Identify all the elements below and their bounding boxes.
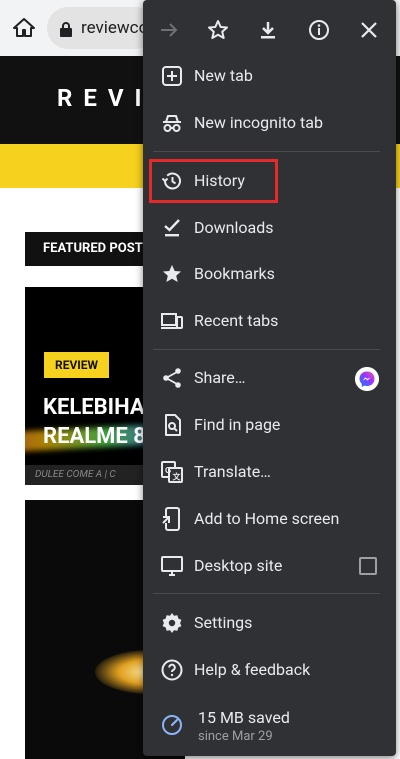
info-icon[interactable] [307,18,331,42]
menu-item-label: Downloads [194,218,274,237]
menu-item-translate[interactable]: G文 Translate… [143,449,396,496]
menu-item-label: New incognito tab [194,113,323,132]
menu-item-label: Share… [194,368,246,387]
history-highlight-box [149,159,278,203]
menu-item-desktop-site[interactable]: Desktop site [143,543,396,590]
menu-item-label: Translate… [194,462,271,481]
messenger-icon[interactable] [355,367,379,391]
featured-posts-label: FEATURED POSTS [43,241,151,256]
star-icon[interactable] [206,18,230,42]
home-icon[interactable] [12,16,36,40]
bookmark-star-icon [163,265,181,282]
menu-item-bookmarks[interactable]: Bookmarks [143,251,396,298]
menu-item-label: Add to Home screen [194,509,340,528]
menu-item-label: Recent tabs [194,311,279,330]
find-in-page-icon [165,414,181,436]
desktop-icon [161,556,183,576]
help-icon [161,659,183,681]
menu-item-help-feedback[interactable]: Help & feedback [143,647,396,694]
svg-text:G: G [165,466,171,475]
menu-item-label: Settings [194,613,253,632]
translate-icon: G文 [161,461,183,483]
menu-item-add-to-home-screen[interactable]: Add to Home screen [143,496,396,543]
menu-item-new-incognito-tab[interactable]: New incognito tab [143,100,396,147]
close-icon[interactable] [357,18,381,42]
menu-toolbar [143,6,396,54]
data-saved-since: since Mar 29 [198,729,273,744]
share-icon [163,368,181,388]
new-tab-icon [162,66,182,86]
menu-item-label: Desktop site [194,556,283,575]
menu-item-recent-tabs[interactable]: Recent tabs [143,298,396,345]
address-bar[interactable]: reviewco [47,7,157,49]
url-text: reviewco [81,18,149,38]
menu-item-new-tab[interactable]: New tab [143,53,396,100]
menu-item-label: Bookmarks [194,264,275,283]
menu-item-label: Help & feedback [194,660,311,679]
menu-item-label: Find in page [194,415,281,434]
overflow-menu: New tab New incognito tab History Downlo… [143,0,396,756]
data-saved-amount: 15 MB saved [198,708,290,727]
menu-divider [153,349,380,350]
lock-icon [60,22,72,37]
category-tag[interactable]: REVIEW [44,352,110,378]
menu-item-settings[interactable]: Settings [143,600,396,647]
menu-divider [153,593,380,594]
menu-item-label: New tab [194,66,253,85]
download-icon[interactable] [256,18,280,42]
menu-item-find-in-page[interactable]: Find in page [143,402,396,449]
desktop-site-checkbox[interactable] [359,557,377,575]
menu-item-downloads[interactable]: Downloads [143,205,396,252]
menu-item-data-saved[interactable]: 15 MB saved since Mar 29 [143,700,396,752]
menu-item-share[interactable]: Share… [143,355,396,402]
settings-gear-icon [162,613,182,633]
add-to-home-icon [162,507,180,531]
svg-text:文: 文 [173,472,182,482]
downloads-check-icon [164,219,180,237]
recent-tabs-icon [161,313,183,329]
forward-icon[interactable] [157,18,181,42]
data-saver-gauge-icon [162,715,182,735]
incognito-icon [163,115,181,132]
menu-divider [153,151,380,152]
